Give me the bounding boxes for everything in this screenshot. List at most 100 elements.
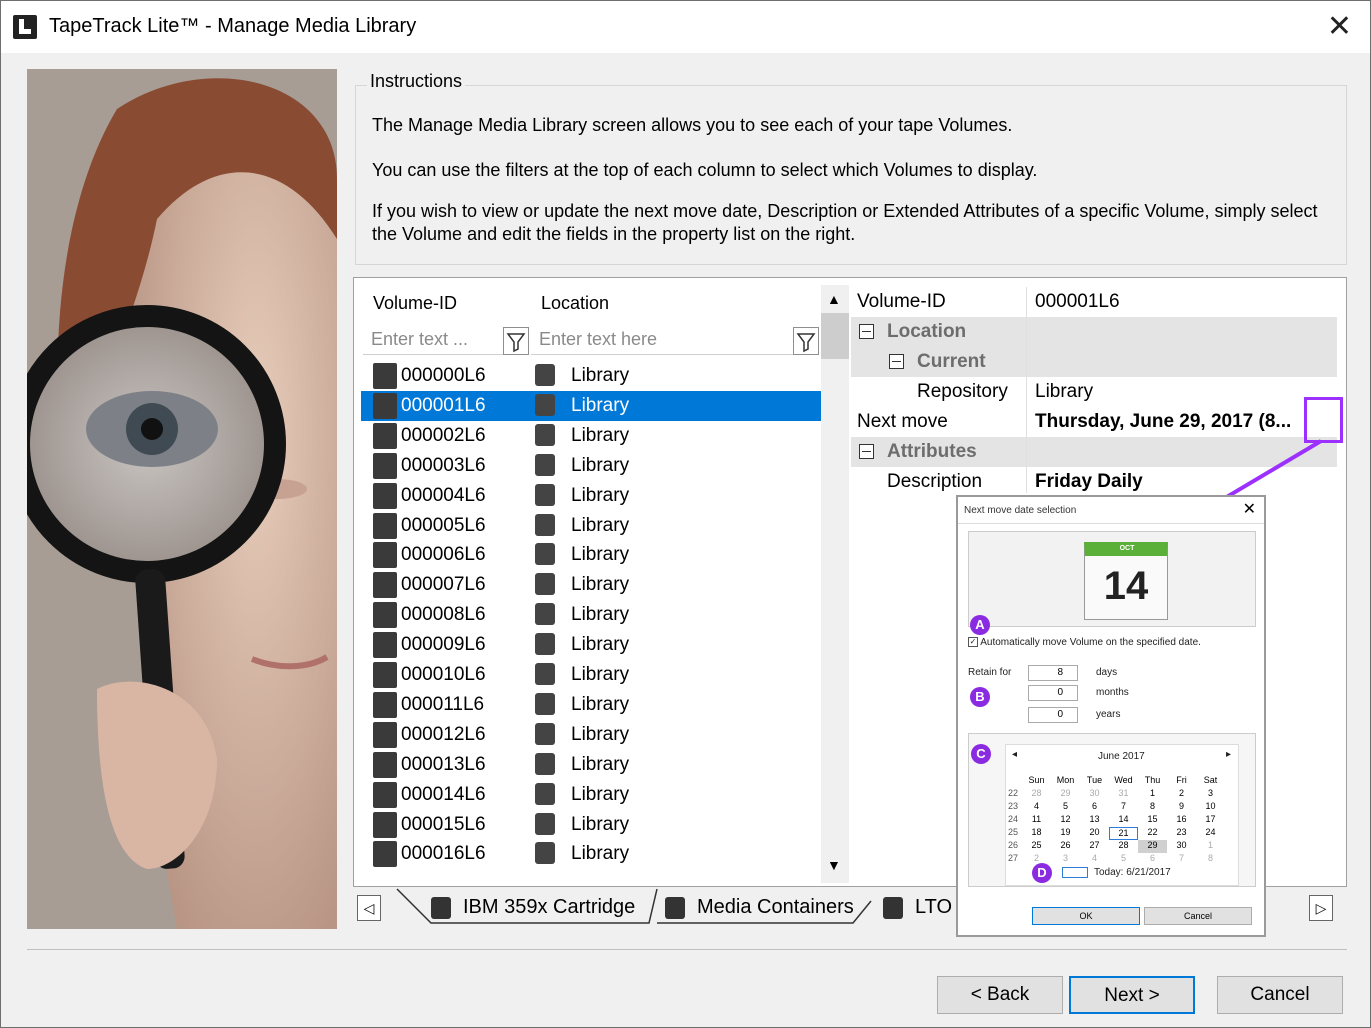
calendar-day[interactable]: 21 bbox=[1109, 827, 1138, 840]
calendar-day[interactable]: 16 bbox=[1167, 814, 1196, 827]
tab-scroll-left-icon[interactable]: ◁ bbox=[357, 895, 381, 921]
table-row[interactable]: 000010L6 Library bbox=[361, 660, 821, 690]
prop-description-value[interactable]: Friday Daily bbox=[1035, 471, 1143, 493]
prev-month-icon[interactable]: ◂ bbox=[1012, 749, 1017, 760]
volume-filter-icon[interactable] bbox=[503, 327, 529, 355]
close-window-button[interactable]: ✕ bbox=[1327, 9, 1352, 45]
calendar-day[interactable]: 15 bbox=[1138, 814, 1167, 827]
today-label[interactable]: Today: 6/21/2017 bbox=[1094, 867, 1171, 878]
checkbox-checked-icon[interactable]: ✓ bbox=[968, 637, 978, 648]
calendar-day[interactable]: 11 bbox=[1022, 814, 1051, 827]
table-row[interactable]: 000000L6 Library bbox=[361, 361, 821, 391]
library-icon bbox=[535, 483, 555, 506]
collapse-icon[interactable] bbox=[859, 444, 874, 459]
tab-lto[interactable]: LTO bbox=[883, 891, 952, 925]
calendar-day[interactable]: 1 bbox=[1138, 788, 1167, 801]
table-row[interactable]: 000014L6 Library bbox=[361, 780, 821, 810]
calendar-day[interactable]: 7 bbox=[1167, 853, 1196, 866]
calendar-day[interactable]: 26 bbox=[1051, 840, 1080, 853]
table-row[interactable]: 000008L6 Library bbox=[361, 600, 821, 630]
calendar-day[interactable]: 30 bbox=[1080, 788, 1109, 801]
calendar-day[interactable]: 1 bbox=[1196, 840, 1225, 853]
next-button[interactable]: Next > bbox=[1069, 976, 1195, 1014]
calendar-day[interactable]: 7 bbox=[1109, 801, 1138, 814]
prop-next-move-value[interactable]: Thursday, June 29, 2017 (8... bbox=[1035, 411, 1291, 433]
location-filter-input[interactable]: Enter text here bbox=[531, 323, 793, 355]
grid-vertical-scrollbar[interactable] bbox=[821, 285, 849, 883]
column-header-volume-id[interactable]: Volume-ID bbox=[363, 287, 529, 319]
calendar-day[interactable]: 20 bbox=[1080, 827, 1109, 840]
calendar-day[interactable]: 22 bbox=[1138, 827, 1167, 840]
calendar-day[interactable]: 14 bbox=[1109, 814, 1138, 827]
table-row[interactable]: 000013L6 Library bbox=[361, 750, 821, 780]
calendar-day[interactable]: 25 bbox=[1022, 840, 1051, 853]
calendar-day[interactable]: 17 bbox=[1196, 814, 1225, 827]
calendar-day[interactable]: 29 bbox=[1051, 788, 1080, 801]
table-row[interactable]: 000006L6 Library bbox=[361, 540, 821, 570]
calendar-day[interactable]: 13 bbox=[1080, 814, 1109, 827]
calendar-day[interactable]: 3 bbox=[1196, 788, 1225, 801]
calendar-day[interactable]: 19 bbox=[1051, 827, 1080, 840]
calendar-day[interactable]: 23 bbox=[1167, 827, 1196, 840]
table-row[interactable]: 000003L6 Library bbox=[361, 451, 821, 481]
calendar-day[interactable]: 28 bbox=[1109, 840, 1138, 853]
weekday-header: Fri bbox=[1176, 775, 1187, 785]
dialog-close-icon[interactable]: ✕ bbox=[1243, 499, 1256, 519]
collapse-icon[interactable] bbox=[889, 354, 904, 369]
next-month-icon[interactable]: ▸ bbox=[1226, 749, 1231, 760]
calendar-day[interactable]: 4 bbox=[1022, 801, 1051, 814]
table-row[interactable]: 000012L6 Library bbox=[361, 720, 821, 750]
table-row[interactable]: 000015L6 Library bbox=[361, 810, 821, 840]
calendar-day[interactable]: 30 bbox=[1167, 840, 1196, 853]
calendar-day[interactable]: 28 bbox=[1022, 788, 1051, 801]
scrollbar-thumb[interactable] bbox=[821, 313, 849, 359]
back-button[interactable]: < Back bbox=[937, 976, 1063, 1014]
calendar-day[interactable]: 18 bbox=[1022, 827, 1051, 840]
prop-category-location[interactable]: Location bbox=[851, 317, 1337, 347]
table-row[interactable]: 000002L6 Library bbox=[361, 421, 821, 451]
calendar-day[interactable]: 4 bbox=[1080, 853, 1109, 866]
calendar-day[interactable]: 29 bbox=[1138, 840, 1167, 853]
volume-filter-input[interactable]: Enter text ... bbox=[363, 323, 503, 355]
calendar-day[interactable]: 5 bbox=[1109, 853, 1138, 866]
tab-lto-label: LTO bbox=[915, 896, 953, 918]
table-row[interactable]: 000005L6 Library bbox=[361, 511, 821, 541]
scroll-up-icon[interactable]: ▲ bbox=[827, 291, 841, 307]
table-row[interactable]: 000001L6 Library bbox=[361, 390, 821, 421]
table-row[interactable]: 000007L6 Library bbox=[361, 570, 821, 600]
months-spinner[interactable]: 0 bbox=[1028, 685, 1078, 701]
years-spinner[interactable]: 0 bbox=[1028, 707, 1078, 723]
collapse-icon[interactable] bbox=[859, 324, 874, 339]
column-header-location[interactable]: Location bbox=[531, 287, 821, 319]
table-row[interactable]: 000004L6 Library bbox=[361, 481, 821, 511]
month-title[interactable]: June 2017 bbox=[1098, 751, 1145, 762]
calendar-day[interactable]: 24 bbox=[1196, 827, 1225, 840]
table-row[interactable]: 000016L6 Library bbox=[361, 839, 821, 869]
calendar-day-grid[interactable]: Sun Mon Tue Wed Thu Fri Sat 22 28 29 30 31 1 2 3 23 4 5 6 7… bbox=[1008, 775, 1236, 866]
calendar-day[interactable]: 12 bbox=[1051, 814, 1080, 827]
calendar-day[interactable]: 8 bbox=[1138, 801, 1167, 814]
prop-category-current[interactable]: Current bbox=[851, 347, 1337, 377]
tab-scroll-right-icon[interactable]: ▷ bbox=[1309, 895, 1333, 921]
dialog-ok-button[interactable]: OK bbox=[1032, 907, 1140, 925]
cancel-button[interactable]: Cancel bbox=[1217, 976, 1343, 1014]
table-row[interactable]: 000009L6 Library bbox=[361, 630, 821, 660]
calendar-day[interactable]: 6 bbox=[1080, 801, 1109, 814]
scroll-down-icon[interactable]: ▼ bbox=[827, 857, 841, 873]
calendar-day[interactable]: 8 bbox=[1196, 853, 1225, 866]
calendar-day[interactable]: 3 bbox=[1051, 853, 1080, 866]
prop-repository[interactable]: Repository Library bbox=[851, 377, 1337, 407]
badge-a: A bbox=[970, 615, 990, 635]
calendar-day[interactable]: 10 bbox=[1196, 801, 1225, 814]
calendar-day[interactable]: 5 bbox=[1051, 801, 1080, 814]
location-filter-icon[interactable] bbox=[793, 327, 819, 355]
days-spinner[interactable]: 8 bbox=[1028, 665, 1078, 681]
calendar-day[interactable]: 31 bbox=[1109, 788, 1138, 801]
table-row[interactable]: 000011L6 Library bbox=[361, 690, 821, 720]
calendar-day[interactable]: 9 bbox=[1167, 801, 1196, 814]
dialog-cancel-button[interactable]: Cancel bbox=[1144, 907, 1252, 925]
auto-move-checkbox[interactable]: ✓ Automatically move Volume on the speci… bbox=[968, 637, 1201, 648]
calendar-day[interactable]: 27 bbox=[1080, 840, 1109, 853]
calendar-day[interactable]: 6 bbox=[1138, 853, 1167, 866]
calendar-day[interactable]: 2 bbox=[1167, 788, 1196, 801]
